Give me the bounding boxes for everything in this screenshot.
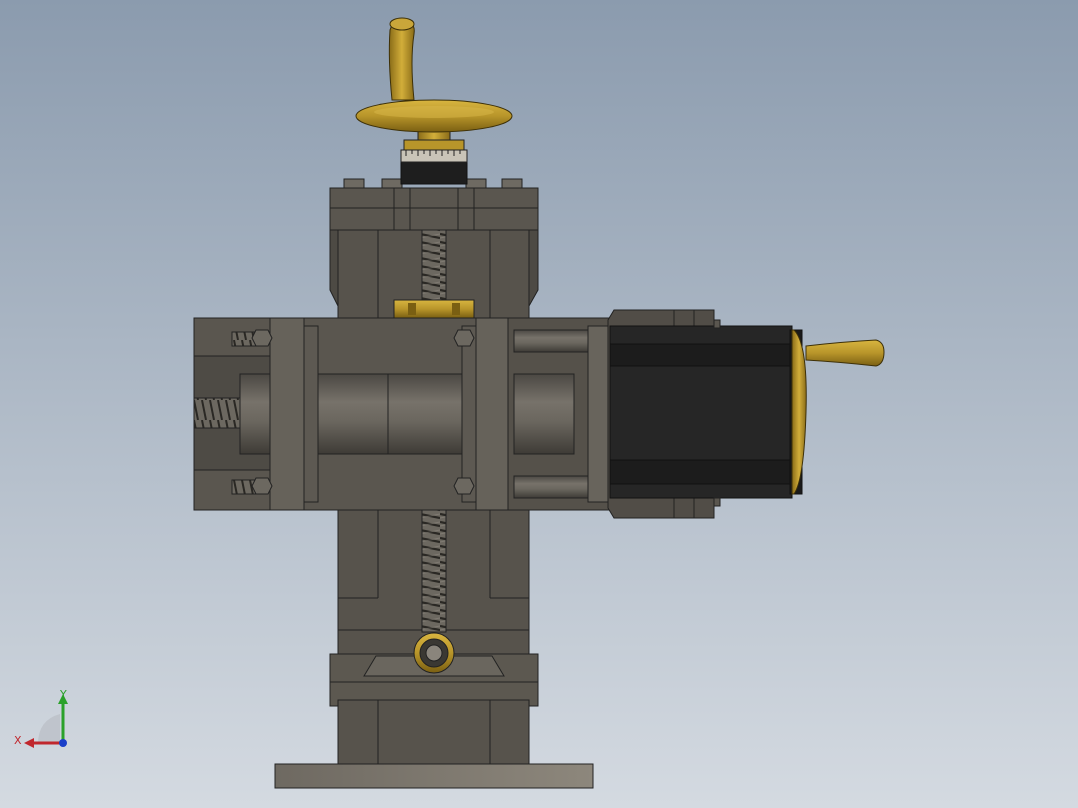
lower-column	[329, 507, 539, 765]
brass-nut	[393, 299, 475, 319]
servo-motor	[607, 309, 803, 519]
handwheel-grip	[388, 19, 415, 101]
spindle-center	[317, 373, 469, 455]
spindle-left	[239, 373, 273, 455]
upper-column	[329, 178, 539, 321]
dial-scale	[400, 159, 468, 185]
cad-viewport[interactable]: Y X	[0, 0, 1078, 808]
base-plate	[274, 763, 594, 789]
y-axis-label: Y	[59, 688, 67, 701]
main-body	[193, 317, 615, 511]
model-scene[interactable]: Y X	[0, 0, 1078, 808]
z-axis	[59, 739, 67, 747]
x-axis-label: X	[14, 734, 22, 747]
